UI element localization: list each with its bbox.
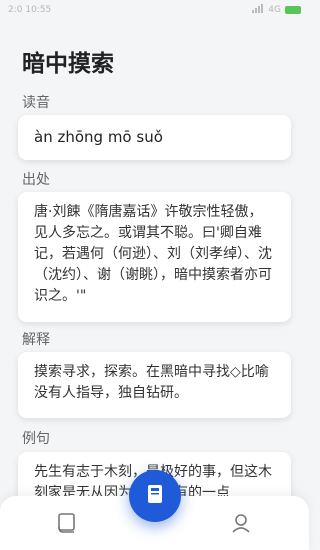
profile-icon[interactable] <box>230 512 252 534</box>
signal-icon <box>252 4 264 16</box>
source-card: 唐·刘餗《隋唐嘉话》许敬宗性轻傲，见人多忘之。或谓其不聪。曰'卿自难记，若遇何（… <box>18 192 291 322</box>
battery-icon <box>285 6 301 14</box>
bookmark-book-button[interactable] <box>129 470 181 522</box>
bookmark-book-icon <box>145 483 165 509</box>
pronunciation-label: 读音 <box>22 95 50 111</box>
meaning-card: 摸索寻求，探索。在黑暗中寻找◇比喻没有人指导，独自钻研。 <box>18 352 291 418</box>
example-label: 例句 <box>22 431 50 447</box>
meaning-label: 解释 <box>22 332 50 348</box>
network-label: 4G <box>268 5 281 15</box>
status-icons: 4G <box>252 4 301 16</box>
pronunciation-card: àn zhōng mō suǒ <box>18 115 291 160</box>
meaning-text: 摸索寻求，探索。在黑暗中寻找◇比喻没有人指导，独自钻研。 <box>34 364 269 401</box>
status-bar: 2:0 10:55 4G <box>0 0 309 22</box>
page-title: 暗中摸索 <box>22 51 114 77</box>
status-time: 2:0 10:55 <box>8 5 52 15</box>
book-icon[interactable] <box>56 512 78 534</box>
source-text: 唐·刘餗《隋唐嘉话》许敬宗性轻傲，见人多忘之。或谓其不聪。曰'卿自难记，若遇何（… <box>34 204 272 304</box>
source-label: 出处 <box>22 172 50 188</box>
pronunciation-text: àn zhōng mō suǒ <box>34 128 163 146</box>
